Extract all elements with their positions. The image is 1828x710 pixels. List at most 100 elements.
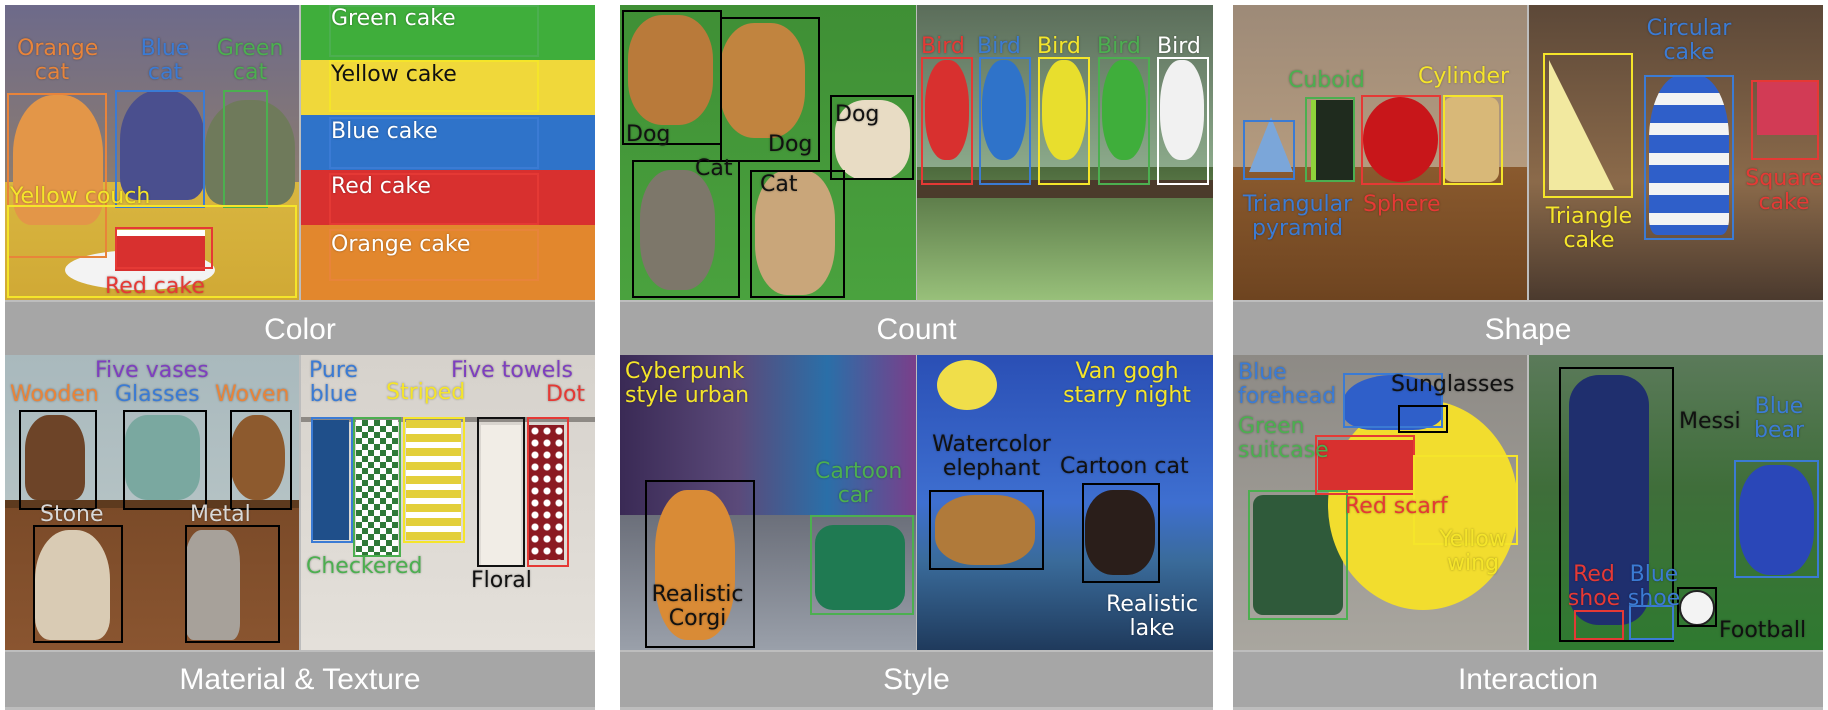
cyberpunk-label: Cyberpunk style urban: [625, 359, 750, 408]
realistic-lake-label: Realistic lake: [1106, 592, 1198, 641]
yellow-couch-label: Yellow couch: [10, 184, 151, 209]
interaction-caption: Interaction: [1233, 652, 1823, 707]
interaction-image-bird: Blue forehead Sunglasses Green suitcase …: [1233, 355, 1527, 650]
yellow-cake-label: Yellow cake: [331, 62, 457, 87]
orange-cake-label: Orange cake: [331, 232, 471, 257]
cat1-label: Cat: [695, 156, 733, 181]
cartoon-cat-label: Cartoon cat: [1060, 454, 1189, 479]
sphere-label: Sphere: [1363, 192, 1441, 217]
material-image-towels: Pure blue Striped Five towels Dot Checke…: [301, 355, 595, 650]
red-cake-box: [115, 227, 213, 269]
dog1-label: Dog: [626, 122, 671, 147]
color-image-cakes: Green cake Yellow cake Blue cake Red cak…: [301, 5, 595, 300]
color-caption: Color: [5, 302, 595, 357]
van-gogh-label: Van gogh starry night: [1063, 359, 1191, 408]
football-label: Football: [1719, 618, 1807, 643]
stone-vase-box: [33, 525, 123, 643]
woven-vase-box: [230, 410, 292, 510]
wooden-vase-box: [19, 410, 97, 510]
dog3-label: Dog: [835, 102, 880, 127]
red-scarf-label: Red scarf: [1345, 494, 1448, 519]
style-image-city: Cyberpunk style urban Cartoon car Realis…: [620, 355, 916, 650]
bird5-box: [1157, 57, 1209, 185]
red-cake-label-right: Red cake: [331, 174, 431, 199]
bird3-box: [1038, 57, 1090, 185]
count-panel: Dog Dog Dog Cat Cat Bird Bird Bird Bird …: [620, 5, 1213, 360]
green-cake-label: Green cake: [331, 6, 456, 31]
yellow-wing-label: Yellow wing: [1439, 527, 1507, 576]
glasses-label: Glasses: [115, 382, 200, 407]
circular-cake-label: Circular cake: [1646, 16, 1732, 65]
bird4-box: [1098, 57, 1150, 185]
sphere-box: [1361, 95, 1441, 185]
interaction-panel: Blue forehead Sunglasses Green suitcase …: [1233, 355, 1823, 710]
metal-vase-box: [185, 525, 280, 643]
metal-label: Metal: [190, 502, 251, 527]
style-image-starry: Van gogh starry night Watercolor elephan…: [917, 355, 1213, 650]
count-image-pets: Dog Dog Dog Cat Cat: [620, 5, 916, 300]
color-panel: Orange cat Blue cat Green cat Yellow cou…: [5, 5, 595, 360]
cylinder-box: [1443, 95, 1503, 185]
bird1-box: [921, 57, 973, 185]
style-caption: Style: [620, 652, 1213, 707]
elephant-box: [929, 490, 1044, 570]
striped-towel-box: [403, 417, 465, 543]
blue-forehead-label: Blue forehead: [1238, 360, 1337, 409]
realistic-corgi-label: Realistic Corgi: [651, 582, 744, 631]
red-cake-label: Red cake: [105, 274, 205, 299]
cylinder-label: Cylinder: [1418, 64, 1510, 89]
material-panel: Five vases Wooden Glasses Woven Stone Me…: [5, 355, 595, 710]
bird5-label: Bird: [1157, 34, 1201, 59]
green-suitcase-label: Green suitcase: [1238, 414, 1329, 463]
cuboid-label: Cuboid: [1288, 68, 1365, 93]
material-image-vases: Five vases Wooden Glasses Woven Stone Me…: [5, 355, 299, 650]
blue-cat-label: Blue cat: [140, 36, 190, 85]
car-box: [810, 515, 914, 615]
cuboid-box: [1305, 97, 1355, 182]
count-image-birds: Bird Bird Bird Bird Bird: [917, 5, 1213, 300]
style-panel: Cyberpunk style urban Cartoon car Realis…: [620, 355, 1213, 710]
bird1-label: Bird: [921, 34, 965, 59]
blue-bear-label: Blue bear: [1753, 394, 1805, 443]
red-shoe-box: [1574, 610, 1624, 640]
suitcase-box: [1248, 490, 1348, 620]
watercolor-elephant-label: Watercolor elephant: [932, 432, 1051, 481]
green-cat-box: [223, 90, 268, 208]
messi-label: Messi: [1679, 409, 1741, 434]
glass-vase-box: [123, 410, 207, 510]
dot-towel-box: [527, 417, 569, 567]
striped-label: Striped: [386, 380, 466, 405]
dot-label: Dot: [546, 382, 586, 407]
bird3-label: Bird: [1037, 34, 1081, 59]
wooden-label: Wooden: [10, 382, 99, 407]
cat2-label: Cat: [760, 172, 798, 197]
bird2-box: [979, 57, 1031, 185]
cartoon-car-label: Cartoon car: [815, 459, 903, 508]
dog2-label: Dog: [768, 132, 813, 157]
floral-label: Floral: [471, 568, 532, 593]
sunglasses-label: Sunglasses: [1391, 372, 1515, 397]
material-caption: Material & Texture: [5, 652, 595, 707]
blue-cake-label: Blue cake: [331, 119, 438, 144]
shape-panel: Cuboid Cylinder Triangular pyramid Spher…: [1233, 5, 1823, 360]
blue-towel-box: [311, 417, 353, 543]
pure-blue-label: Pure blue: [309, 358, 358, 407]
square-cake-box: [1751, 80, 1819, 160]
woven-label: Woven: [215, 382, 290, 407]
triangle-cake-label: Triangle cake: [1545, 204, 1633, 253]
pyramid-box: [1243, 120, 1295, 180]
five-vases-label: Five vases: [95, 358, 209, 383]
interaction-image-messi: Messi Blue bear Red shoe Blue shoe Footb…: [1529, 355, 1823, 650]
orange-cat-label: Orange cat: [17, 36, 99, 85]
blue-shoe-label: Blue shoe: [1627, 562, 1681, 611]
circular-cake-box: [1644, 75, 1734, 240]
sunglasses-box: [1398, 405, 1448, 433]
stone-label: Stone: [40, 502, 104, 527]
five-towels-label: Five towels: [451, 358, 573, 383]
shape-caption: Shape: [1233, 302, 1823, 357]
red-shoe-label: Red shoe: [1567, 562, 1621, 611]
bird2-label: Bird: [977, 34, 1021, 59]
checkered-towel-box: [353, 417, 401, 557]
green-cat-label: Green cat: [216, 36, 284, 85]
moon-shape: [937, 360, 997, 410]
